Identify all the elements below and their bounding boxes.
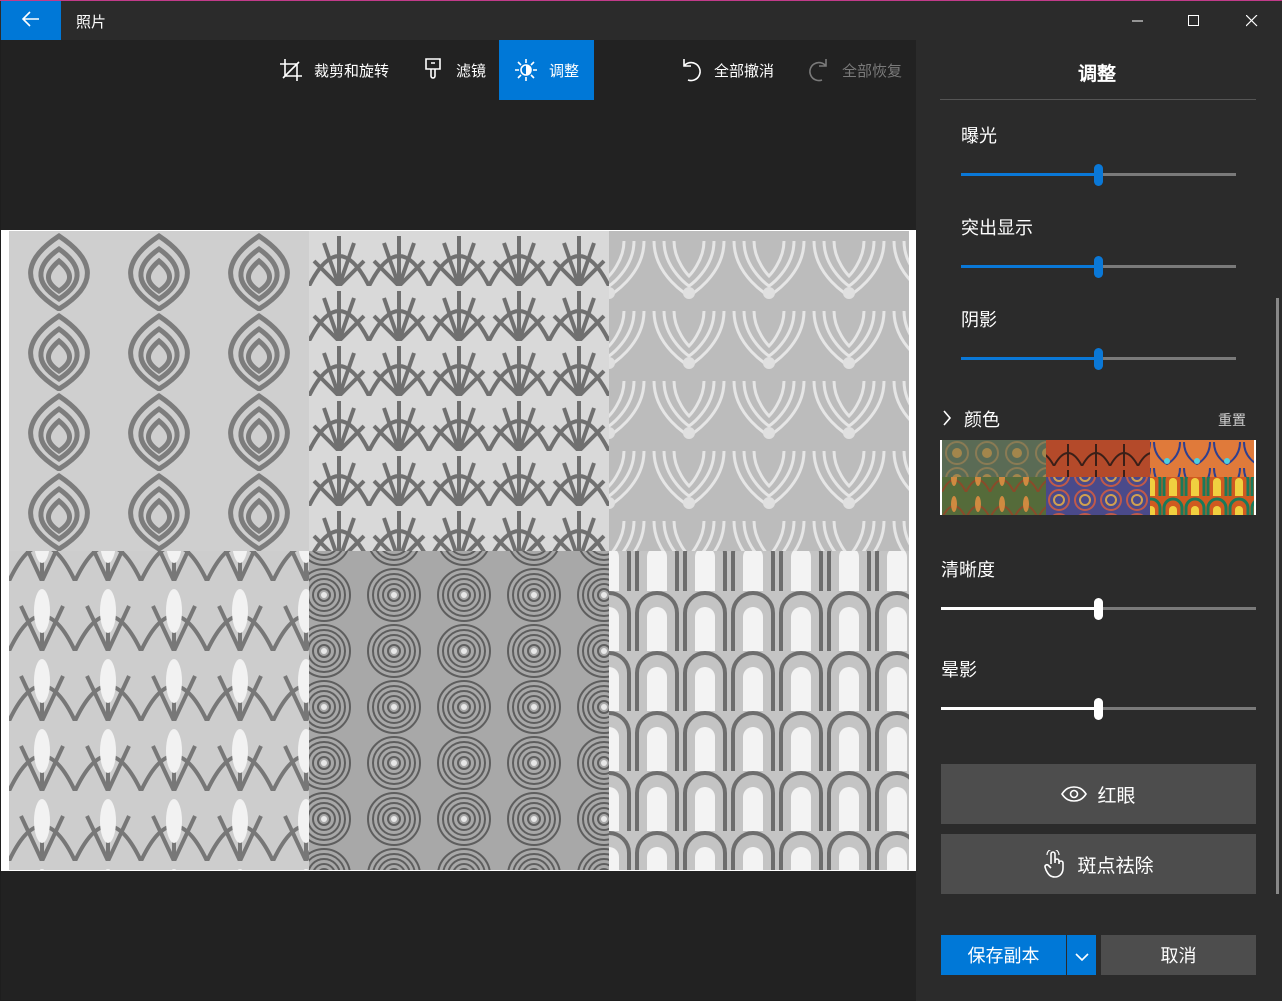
slider-thumb[interactable] [1094, 598, 1103, 620]
crop-rotate-button[interactable]: 裁剪和旋转 [278, 40, 389, 100]
undo-all-label: 全部撤消 [714, 61, 775, 80]
cancel-label: 取消 [1160, 946, 1197, 967]
filters-label: 滤镜 [456, 61, 487, 80]
adjust-button[interactable]: 调整 [499, 40, 594, 100]
exposure-label: 曝光 [961, 126, 997, 147]
undo-icon [678, 57, 704, 83]
color-section-header[interactable]: 颜色 重置 [940, 404, 1256, 434]
eye-icon [1061, 786, 1088, 802]
adjust-label: 调整 [549, 61, 580, 80]
color-preview-image [942, 440, 1254, 515]
slider-thumb[interactable] [1094, 698, 1103, 720]
save-options-dropdown[interactable] [1066, 935, 1096, 975]
redo-all-label: 全部恢复 [842, 61, 903, 80]
photo-canvas[interactable] [1, 230, 916, 871]
clarity-label: 清晰度 [941, 560, 995, 581]
red-eye-button[interactable]: 红眼 [941, 764, 1256, 824]
slider-fill [961, 265, 1099, 268]
slider-fill [941, 707, 1099, 710]
save-copy-button[interactable]: 保存副本 [941, 935, 1066, 975]
spot-fix-button[interactable]: 斑点祛除 [941, 834, 1256, 894]
close-icon [1245, 12, 1258, 31]
slider-fill [941, 607, 1099, 610]
chevron-down-icon [1074, 946, 1089, 965]
divider [940, 99, 1256, 100]
slider-thumb[interactable] [1094, 256, 1103, 278]
adjust-panel: 调整 曝光 突出显示 阴影 颜色 重置 清晰度 晕影 红眼 斑点祛除 保存副本 … [916, 40, 1282, 1001]
title-bar: 照片 [0, 0, 1282, 41]
clarity-slider[interactable] [941, 598, 1256, 620]
touch-hand-icon [1043, 850, 1067, 878]
app-title: 照片 [76, 13, 107, 31]
back-arrow-icon [21, 11, 40, 31]
slider-thumb[interactable] [1094, 348, 1103, 370]
color-label: 颜色 [964, 410, 1000, 431]
chevron-right-icon [942, 410, 952, 430]
maximize-button[interactable] [1166, 1, 1222, 41]
panel-scrollbar[interactable] [1276, 298, 1279, 894]
minimize-button[interactable] [1110, 1, 1166, 41]
color-preview-strip[interactable] [940, 440, 1256, 515]
save-copy-label: 保存副本 [967, 946, 1040, 967]
minimize-icon [1132, 12, 1144, 31]
vignette-label: 晕影 [941, 660, 977, 681]
color-reset-link[interactable]: 重置 [1218, 410, 1246, 430]
red-eye-label: 红眼 [1097, 784, 1136, 807]
highlights-label: 突出显示 [961, 218, 1033, 239]
crop-icon [278, 57, 304, 83]
shadows-slider[interactable] [961, 348, 1236, 370]
slider-fill [961, 357, 1099, 360]
spot-fix-label: 斑点祛除 [1077, 854, 1154, 877]
cancel-button[interactable]: 取消 [1101, 935, 1256, 975]
undo-all-button[interactable]: 全部撤消 [678, 40, 774, 100]
redo-all-button[interactable]: 全部恢复 [806, 40, 902, 100]
photo-image [9, 231, 909, 870]
brightness-icon [513, 57, 539, 83]
vignette-slider[interactable] [941, 698, 1256, 720]
close-button[interactable] [1224, 1, 1280, 41]
highlights-slider[interactable] [961, 256, 1236, 278]
maximize-icon [1188, 12, 1200, 31]
exposure-slider[interactable] [961, 164, 1236, 186]
slider-thumb[interactable] [1094, 164, 1103, 186]
back-button[interactable] [1, 1, 61, 41]
filters-button[interactable]: 滤镜 [420, 40, 486, 100]
filter-brush-icon [420, 57, 446, 83]
redo-icon [806, 57, 832, 83]
slider-fill [961, 173, 1099, 176]
panel-title: 调整 [1077, 63, 1116, 85]
shadows-label: 阴影 [961, 310, 997, 331]
crop-rotate-label: 裁剪和旋转 [314, 61, 390, 80]
